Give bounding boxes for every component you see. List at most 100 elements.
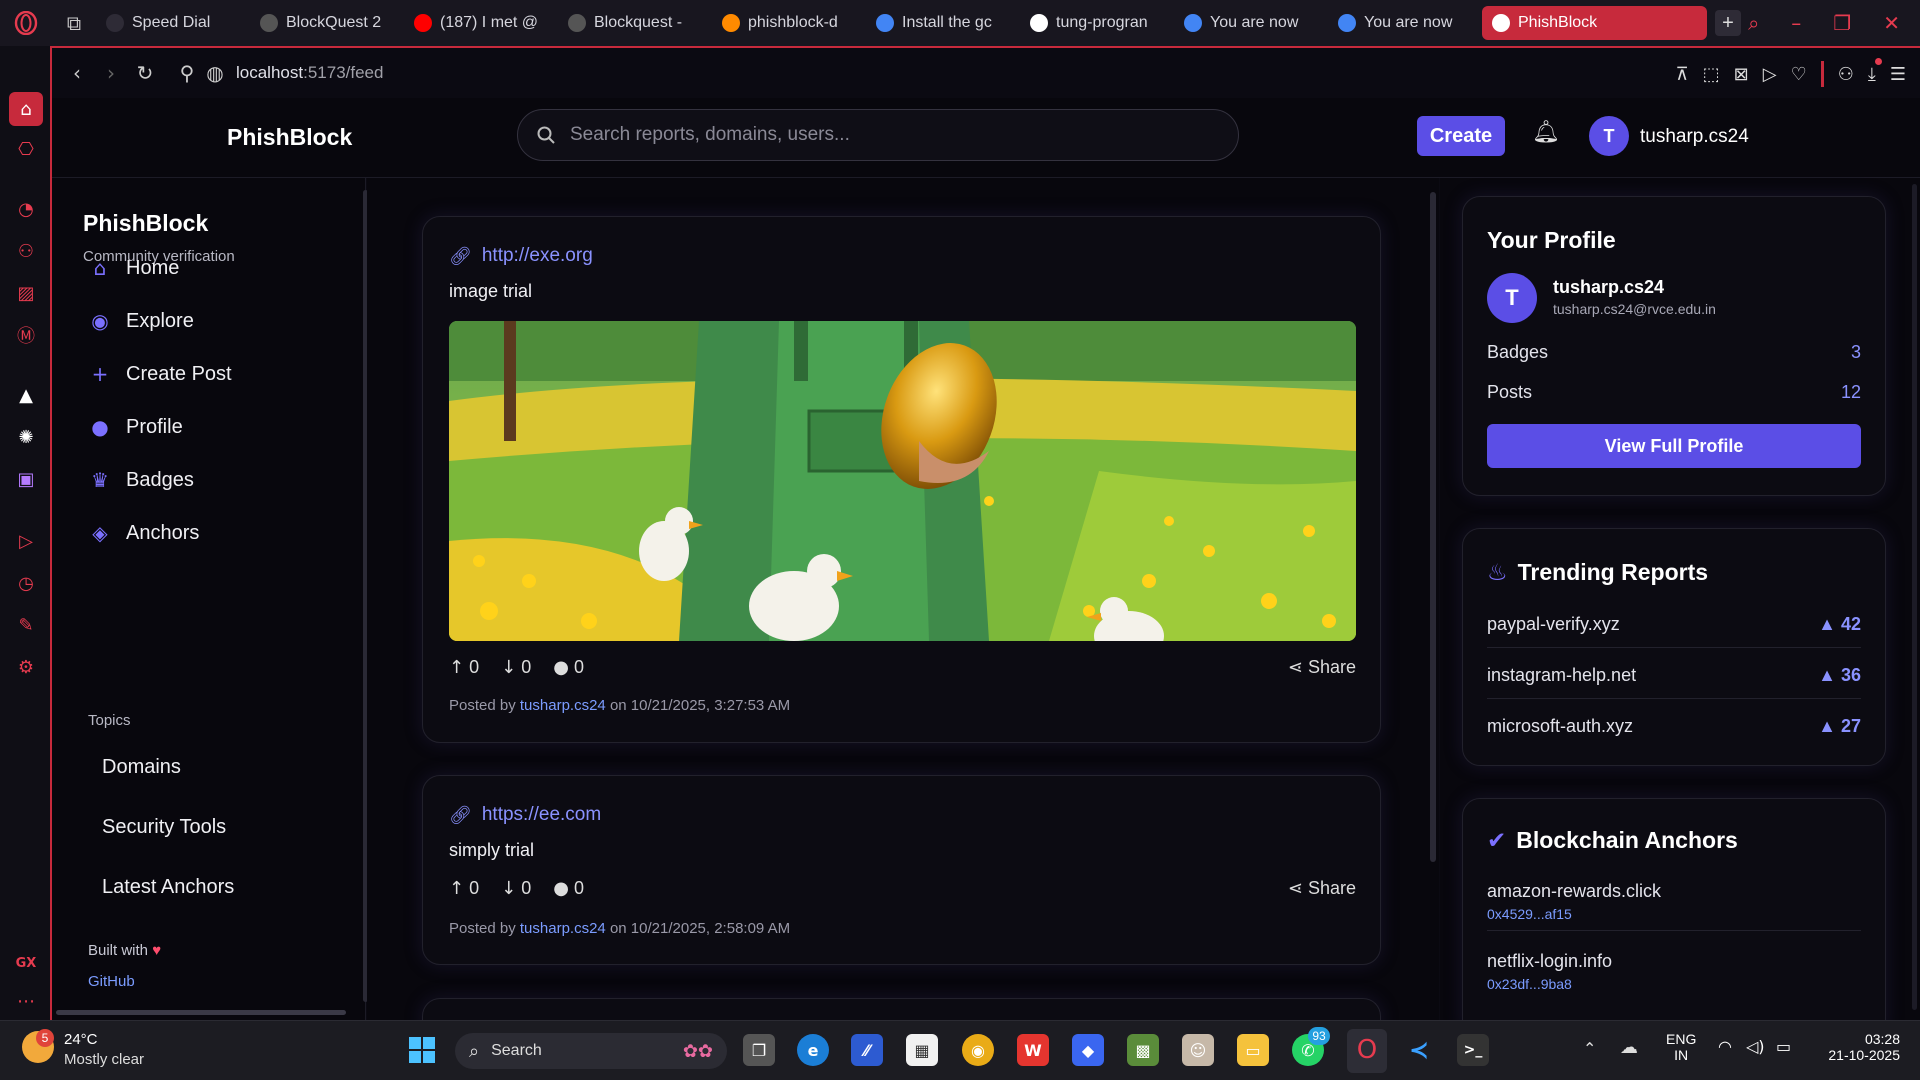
sidebar-item-anchors[interactable]: ◈ Anchors bbox=[88, 521, 199, 545]
site-info-icon[interactable]: ⚲ bbox=[170, 61, 204, 85]
chatgpt-icon[interactable]: ✺ bbox=[13, 424, 39, 450]
share-button[interactable]: ⋖ Share bbox=[1288, 878, 1356, 899]
post-image[interactable] bbox=[449, 321, 1356, 641]
heart-icon[interactable]: ♡ bbox=[1791, 64, 1807, 85]
send-icon[interactable]: ▷ bbox=[1763, 64, 1777, 85]
view-full-profile-button[interactable]: View Full Profile bbox=[1487, 424, 1861, 468]
gamepad-icon[interactable]: ⎔ bbox=[13, 136, 39, 162]
m-icon[interactable]: Ⓜ bbox=[13, 322, 39, 348]
new-tab-button[interactable]: + bbox=[1715, 10, 1741, 36]
post-link[interactable]: 🔗︎ http://exe.org bbox=[449, 245, 593, 267]
task-view-icon[interactable]: ❐ bbox=[743, 1034, 775, 1066]
language-indicator[interactable]: ENG IN bbox=[1666, 1031, 1696, 1063]
anchor-item[interactable]: netflix-login.info 0x23df...9ba8 bbox=[1487, 951, 1861, 992]
comment-button[interactable]: ● 0 bbox=[553, 878, 584, 899]
home-icon[interactable]: ⌂ bbox=[9, 92, 43, 126]
restore-icon[interactable]: ❐ bbox=[1833, 11, 1851, 35]
onedrive-icon[interactable]: ☁ bbox=[1620, 1037, 1638, 1058]
bot-icon[interactable]: ⚇ bbox=[13, 238, 39, 264]
upvote-button[interactable]: ↑ 0 bbox=[449, 878, 479, 899]
battery-icon[interactable]: ▭ bbox=[1776, 1037, 1791, 1056]
browser-tab[interactable]: Blockquest - bbox=[558, 6, 710, 40]
sidebar-hscrollbar[interactable] bbox=[56, 1010, 346, 1015]
twitch-icon[interactable]: ▣ bbox=[13, 466, 39, 492]
close-icon[interactable]: ✕ bbox=[1883, 11, 1900, 35]
back-icon[interactable]: ‹ bbox=[60, 61, 94, 85]
weather-temp[interactable]: 24°C bbox=[64, 1031, 98, 1048]
wps-icon[interactable]: W bbox=[1017, 1034, 1049, 1066]
reload-icon[interactable]: ↻ bbox=[128, 61, 162, 85]
extensions-icon[interactable]: ✎ bbox=[13, 612, 39, 638]
taskbar-search[interactable]: ⌕ Search ✿✿ bbox=[455, 1033, 727, 1069]
aria-icon[interactable]: ▲ bbox=[13, 382, 39, 408]
volume-icon[interactable]: ◁) bbox=[1746, 1037, 1765, 1056]
forward-icon[interactable]: › bbox=[94, 61, 128, 85]
author-link[interactable]: tusharp.cs24 bbox=[520, 697, 606, 714]
author-link[interactable]: tusharp.cs24 bbox=[520, 920, 606, 937]
terminal-icon[interactable]: >_ bbox=[1457, 1034, 1489, 1066]
browser-tab[interactable]: BlockQuest 2 bbox=[250, 6, 402, 40]
trending-item[interactable]: paypal-verify.xyz ▲ 42 bbox=[1487, 614, 1861, 648]
speedometer-icon[interactable]: ◔ bbox=[13, 196, 39, 222]
menu-icon[interactable]: ☰ bbox=[1890, 64, 1906, 85]
browser-tab[interactable]: You are now bbox=[1174, 6, 1326, 40]
browser-tab[interactable]: PhishBlock bbox=[1482, 6, 1707, 40]
store-icon[interactable]: ▦ bbox=[906, 1034, 938, 1066]
tab-search-icon[interactable]: ⌕ bbox=[1748, 11, 1759, 35]
avatar[interactable]: T bbox=[1589, 116, 1629, 156]
pin-icon[interactable]: ⊼ bbox=[1675, 64, 1688, 85]
trending-item[interactable]: microsoft-auth.xyz ▲ 27 bbox=[1487, 716, 1861, 749]
right-scrollbar[interactable] bbox=[1912, 184, 1917, 1010]
history-icon[interactable]: ◷ bbox=[13, 570, 39, 596]
downvote-button[interactable]: ↓ 0 bbox=[501, 657, 531, 678]
app-icon[interactable]: ⁄⁄ bbox=[851, 1034, 883, 1066]
wifi-icon[interactable]: ◠ bbox=[1718, 1037, 1732, 1056]
roblox-icon[interactable]: ◆ bbox=[1072, 1034, 1104, 1066]
downvote-button[interactable]: ↓ 0 bbox=[501, 878, 531, 899]
vscode-icon[interactable]: ≺ bbox=[1403, 1034, 1435, 1066]
file-explorer-icon[interactable]: ▭ bbox=[1237, 1034, 1269, 1066]
header-username[interactable]: tusharp.cs24 bbox=[1640, 126, 1749, 148]
sidebar-item-badges[interactable]: ♛ Badges bbox=[88, 468, 194, 492]
app-brand[interactable]: PhishBlock bbox=[227, 124, 352, 151]
browser-tab[interactable]: tung-progran bbox=[1020, 6, 1172, 40]
opera-logo-icon[interactable] bbox=[0, 0, 52, 46]
game-icon[interactable]: ☺ bbox=[1182, 1034, 1214, 1066]
stripes-icon[interactable]: ▨ bbox=[13, 280, 39, 306]
search-bar[interactable] bbox=[517, 109, 1239, 161]
minecraft-icon[interactable]: ▩ bbox=[1127, 1034, 1159, 1066]
anchor-item[interactable]: amazon-rewards.click 0x4529...af15 bbox=[1487, 881, 1861, 931]
player-icon[interactable]: ▷ bbox=[13, 528, 39, 554]
bell-icon[interactable]: 🔔︎ bbox=[1532, 120, 1560, 145]
search-input[interactable] bbox=[570, 124, 1170, 146]
sidebar-item-explore[interactable]: ◉ Explore bbox=[88, 309, 194, 333]
url-field[interactable]: localhost:5173/feed bbox=[236, 63, 383, 83]
gx-icon[interactable]: GX bbox=[13, 950, 39, 976]
browser-tab[interactable]: You are now bbox=[1328, 6, 1480, 40]
minimize-icon[interactable]: – bbox=[1791, 11, 1801, 35]
share-button[interactable]: ⋖ Share bbox=[1288, 657, 1356, 678]
adblock-icon[interactable]: ⊠ bbox=[1734, 64, 1749, 85]
edge-icon[interactable]: e bbox=[797, 1034, 829, 1066]
windows-start-icon[interactable] bbox=[406, 1034, 438, 1066]
weather-desc[interactable]: Mostly clear bbox=[64, 1051, 144, 1068]
snapshot-icon[interactable]: ⬚ bbox=[1703, 64, 1720, 85]
post-link[interactable]: 🔗︎ https://ee.com bbox=[449, 804, 601, 826]
sidebar-item-create-post[interactable]: + Create Post bbox=[88, 362, 232, 386]
create-button[interactable]: Create bbox=[1417, 116, 1505, 156]
clock[interactable]: 03:28 21-10-2025 bbox=[1812, 1031, 1900, 1063]
upvote-button[interactable]: ↑ 0 bbox=[449, 657, 479, 678]
download-icon[interactable]: ⤓ bbox=[1868, 57, 1882, 85]
browser-tab[interactable]: Install the gc bbox=[866, 6, 1018, 40]
feed-scrollbar[interactable] bbox=[1430, 192, 1436, 862]
tray-chevron-icon[interactable]: ⌃ bbox=[1583, 1039, 1596, 1058]
chrome-icon[interactable]: ◉ bbox=[962, 1034, 994, 1066]
sidebar-item-profile[interactable]: ● Profile bbox=[88, 415, 182, 439]
browser-tab[interactable]: phishblock-d bbox=[712, 6, 864, 40]
sidebar-item-home[interactable]: ⌂ Home bbox=[88, 256, 180, 280]
topic-domains[interactable]: Domains bbox=[102, 756, 181, 779]
account-icon[interactable]: ⚇ bbox=[1838, 64, 1854, 85]
workspaces-icon[interactable]: ⧉ bbox=[52, 11, 96, 35]
browser-tab[interactable]: (187) I met @ bbox=[404, 6, 556, 40]
more-icon[interactable]: ⋯ bbox=[13, 988, 39, 1014]
